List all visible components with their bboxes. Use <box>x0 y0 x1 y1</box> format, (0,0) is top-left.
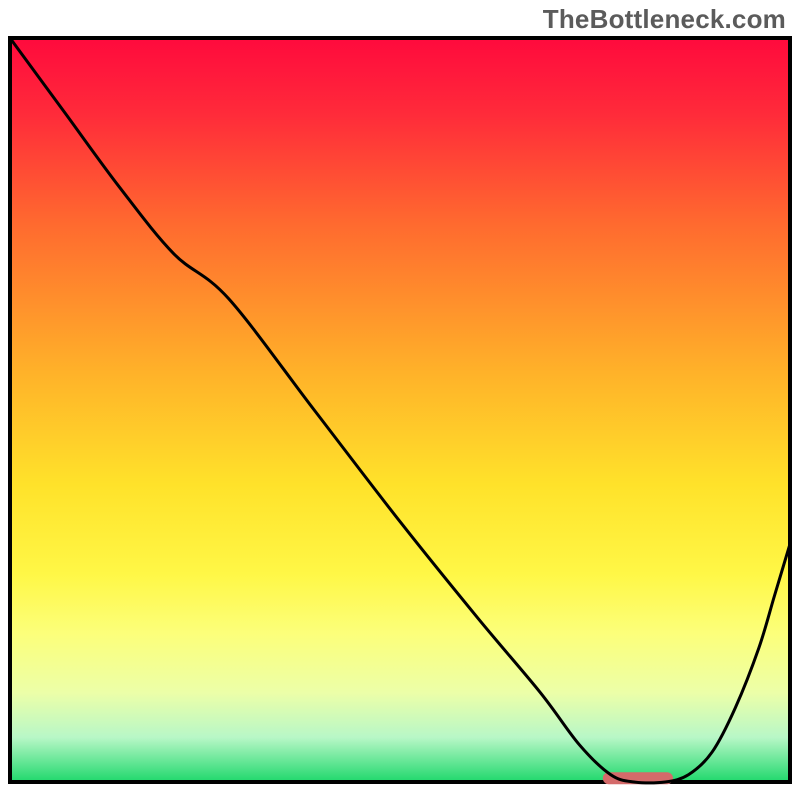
plot-background <box>10 38 790 782</box>
chart-svg <box>0 0 800 800</box>
watermark-text: TheBottleneck.com <box>543 4 786 35</box>
bottleneck-chart: TheBottleneck.com <box>0 0 800 800</box>
